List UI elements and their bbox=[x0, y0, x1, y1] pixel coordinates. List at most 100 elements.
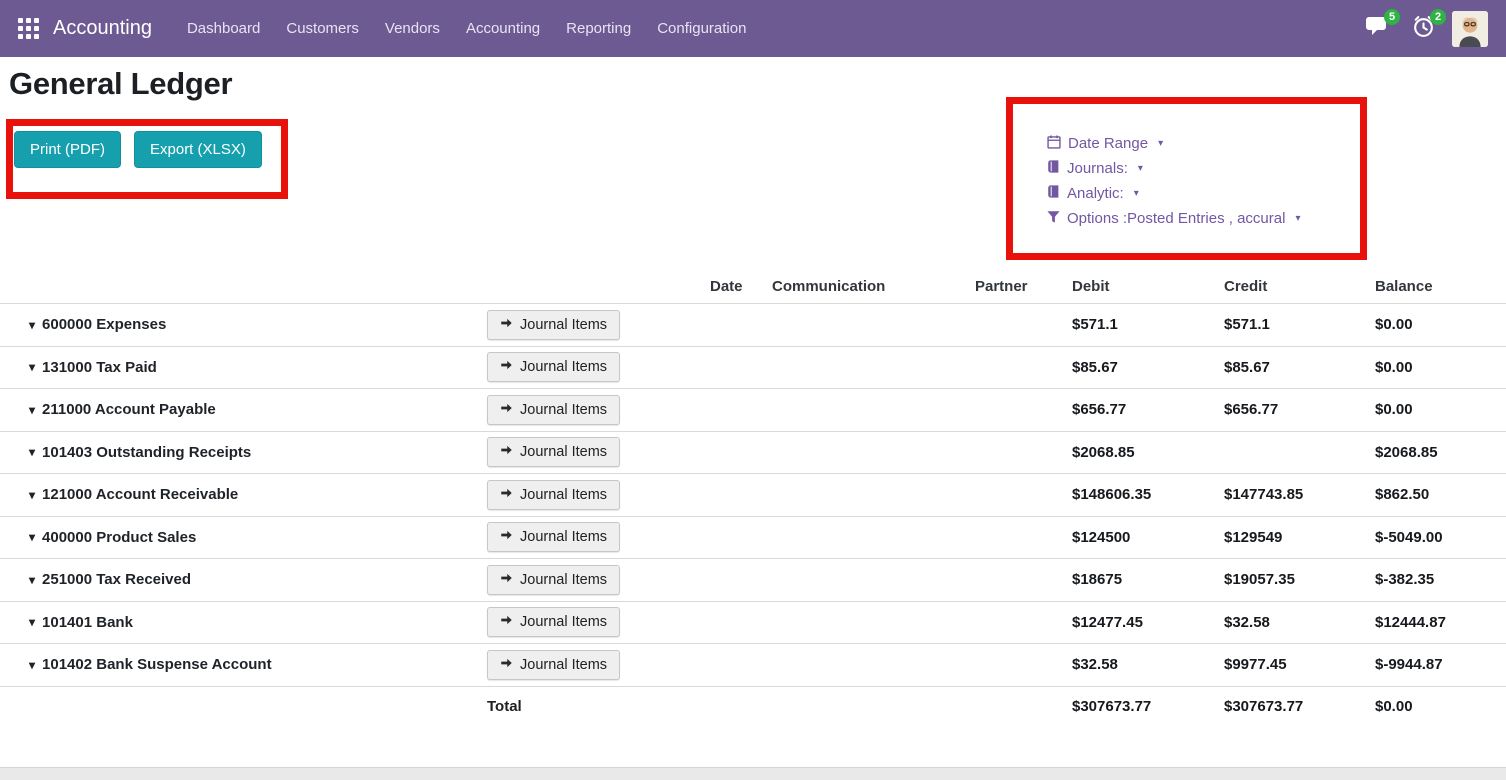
collapse-caret-icon[interactable]: ▾ bbox=[29, 658, 35, 672]
balance-value: $2068.85 bbox=[1365, 444, 1506, 461]
arrow-right-icon bbox=[500, 572, 513, 588]
journal-items-button[interactable]: Journal Items bbox=[487, 565, 620, 595]
journal-items-button[interactable]: Journal Items bbox=[487, 607, 620, 637]
debit-value: $32.58 bbox=[1062, 656, 1214, 673]
account-name[interactable]: 600000 Expenses bbox=[42, 316, 166, 333]
credit-value: $9977.45 bbox=[1214, 656, 1365, 673]
journal-items-label: Journal Items bbox=[520, 402, 607, 418]
debit-value: $12477.45 bbox=[1062, 614, 1214, 631]
journal-items-button[interactable]: Journal Items bbox=[487, 522, 620, 552]
calendar-icon bbox=[1047, 135, 1061, 153]
filter-date-range[interactable]: Date Range ▾ bbox=[1047, 131, 1300, 156]
top-navbar: Accounting Dashboard Customers Vendors A… bbox=[0, 0, 1506, 57]
report-actions: Print (PDF) Export (XLSX) bbox=[14, 131, 262, 168]
collapse-caret-icon[interactable]: ▾ bbox=[29, 488, 35, 502]
journal-items-button[interactable]: Journal Items bbox=[487, 480, 620, 510]
apps-menu-icon[interactable] bbox=[18, 18, 39, 39]
credit-value: $571.1 bbox=[1214, 316, 1365, 333]
report-filters: Date Range ▾ Journals: ▾ Analytic: ▾ Opt… bbox=[1047, 131, 1300, 231]
page-title: General Ledger bbox=[9, 66, 232, 102]
nav-accounting[interactable]: Accounting bbox=[453, 13, 553, 44]
collapse-caret-icon[interactable]: ▾ bbox=[29, 318, 35, 332]
col-header-date: Date bbox=[700, 278, 762, 295]
arrow-right-icon bbox=[500, 317, 513, 333]
main-content: General Ledger Print (PDF) Export (XLSX)… bbox=[0, 57, 1506, 767]
collapse-caret-icon[interactable]: ▾ bbox=[29, 403, 35, 417]
journal-items-button[interactable]: Journal Items bbox=[487, 310, 620, 340]
account-name[interactable]: 101401 Bank bbox=[42, 614, 133, 631]
export-xlsx-button[interactable]: Export (XLSX) bbox=[134, 131, 262, 168]
balance-value: $862.50 bbox=[1365, 486, 1506, 503]
nav-reporting[interactable]: Reporting bbox=[553, 13, 644, 44]
activities-button[interactable]: 2 bbox=[1406, 12, 1440, 46]
table-row: ▾ 101403 Outstanding Receipts Journal It… bbox=[0, 431, 1506, 474]
debit-value: $148606.35 bbox=[1062, 486, 1214, 503]
account-name[interactable]: 400000 Product Sales bbox=[42, 529, 196, 546]
nav-configuration[interactable]: Configuration bbox=[644, 13, 759, 44]
chevron-down-icon: ▾ bbox=[1134, 188, 1139, 199]
collapse-caret-icon[interactable]: ▾ bbox=[29, 360, 35, 374]
arrow-right-icon bbox=[500, 402, 513, 418]
messages-button[interactable]: 5 bbox=[1360, 12, 1394, 46]
journal-items-label: Journal Items bbox=[520, 359, 607, 375]
chevron-down-icon: ▾ bbox=[1138, 163, 1143, 174]
funnel-icon bbox=[1047, 210, 1060, 227]
book-icon bbox=[1047, 160, 1060, 177]
account-name[interactable]: 131000 Tax Paid bbox=[42, 359, 157, 376]
filter-options[interactable]: Options :Posted Entries , accural ▾ bbox=[1047, 206, 1300, 231]
general-ledger-table: Date Communication Partner Debit Credit … bbox=[0, 269, 1506, 726]
total-label: Total bbox=[487, 698, 700, 715]
journal-items-label: Journal Items bbox=[520, 657, 607, 673]
user-avatar[interactable] bbox=[1452, 11, 1488, 47]
collapse-caret-icon[interactable]: ▾ bbox=[29, 573, 35, 587]
filter-label: Date Range bbox=[1068, 135, 1148, 152]
credit-value: $656.77 bbox=[1214, 401, 1365, 418]
nav-customers[interactable]: Customers bbox=[273, 13, 372, 44]
total-credit: $307673.77 bbox=[1214, 698, 1365, 715]
messages-badge: 5 bbox=[1384, 9, 1400, 25]
arrow-right-icon bbox=[500, 359, 513, 375]
balance-value: $0.00 bbox=[1365, 359, 1506, 376]
filter-journals[interactable]: Journals: ▾ bbox=[1047, 156, 1300, 181]
app-brand[interactable]: Accounting bbox=[53, 17, 152, 40]
col-header-partner: Partner bbox=[965, 278, 1062, 295]
total-debit: $307673.77 bbox=[1062, 698, 1214, 715]
col-header-balance: Balance bbox=[1365, 278, 1506, 295]
account-name[interactable]: 101402 Bank Suspense Account bbox=[42, 656, 272, 673]
nav-dashboard[interactable]: Dashboard bbox=[174, 13, 273, 44]
account-name[interactable]: 101403 Outstanding Receipts bbox=[42, 444, 251, 461]
journal-items-label: Journal Items bbox=[520, 529, 607, 545]
balance-value: $-9944.87 bbox=[1365, 656, 1506, 673]
journal-items-button[interactable]: Journal Items bbox=[487, 352, 620, 382]
print-pdf-button[interactable]: Print (PDF) bbox=[14, 131, 121, 168]
journal-items-label: Journal Items bbox=[520, 444, 607, 460]
account-name[interactable]: 121000 Account Receivable bbox=[42, 486, 238, 503]
collapse-caret-icon[interactable]: ▾ bbox=[29, 530, 35, 544]
journal-items-button[interactable]: Journal Items bbox=[487, 395, 620, 425]
debit-value: $85.67 bbox=[1062, 359, 1214, 376]
collapse-caret-icon[interactable]: ▾ bbox=[29, 615, 35, 629]
bottom-scrollbar-area[interactable] bbox=[0, 767, 1506, 780]
journal-items-label: Journal Items bbox=[520, 572, 607, 588]
collapse-caret-icon[interactable]: ▾ bbox=[29, 445, 35, 459]
arrow-right-icon bbox=[500, 444, 513, 460]
table-row: ▾ 600000 Expenses Journal Items $571.1 $… bbox=[0, 303, 1506, 346]
account-name[interactable]: 251000 Tax Received bbox=[42, 571, 191, 588]
arrow-right-icon bbox=[500, 614, 513, 630]
journal-items-button[interactable]: Journal Items bbox=[487, 437, 620, 467]
table-row: ▾ 251000 Tax Received Journal Items $186… bbox=[0, 558, 1506, 601]
filter-analytic[interactable]: Analytic: ▾ bbox=[1047, 181, 1300, 206]
journal-items-button[interactable]: Journal Items bbox=[487, 650, 620, 680]
filter-label: Analytic: bbox=[1067, 185, 1124, 202]
arrow-right-icon bbox=[500, 487, 513, 503]
account-name[interactable]: 211000 Account Payable bbox=[42, 401, 216, 418]
balance-value: $0.00 bbox=[1365, 316, 1506, 333]
balance-value: $12444.87 bbox=[1365, 614, 1506, 631]
table-row: ▾ 101402 Bank Suspense Account Journal I… bbox=[0, 643, 1506, 686]
balance-value: $-5049.00 bbox=[1365, 529, 1506, 546]
debit-value: $571.1 bbox=[1062, 316, 1214, 333]
main-menu: Dashboard Customers Vendors Accounting R… bbox=[174, 13, 759, 44]
debit-value: $124500 bbox=[1062, 529, 1214, 546]
nav-vendors[interactable]: Vendors bbox=[372, 13, 453, 44]
table-total-row: Total $307673.77 $307673.77 $0.00 bbox=[0, 686, 1506, 726]
